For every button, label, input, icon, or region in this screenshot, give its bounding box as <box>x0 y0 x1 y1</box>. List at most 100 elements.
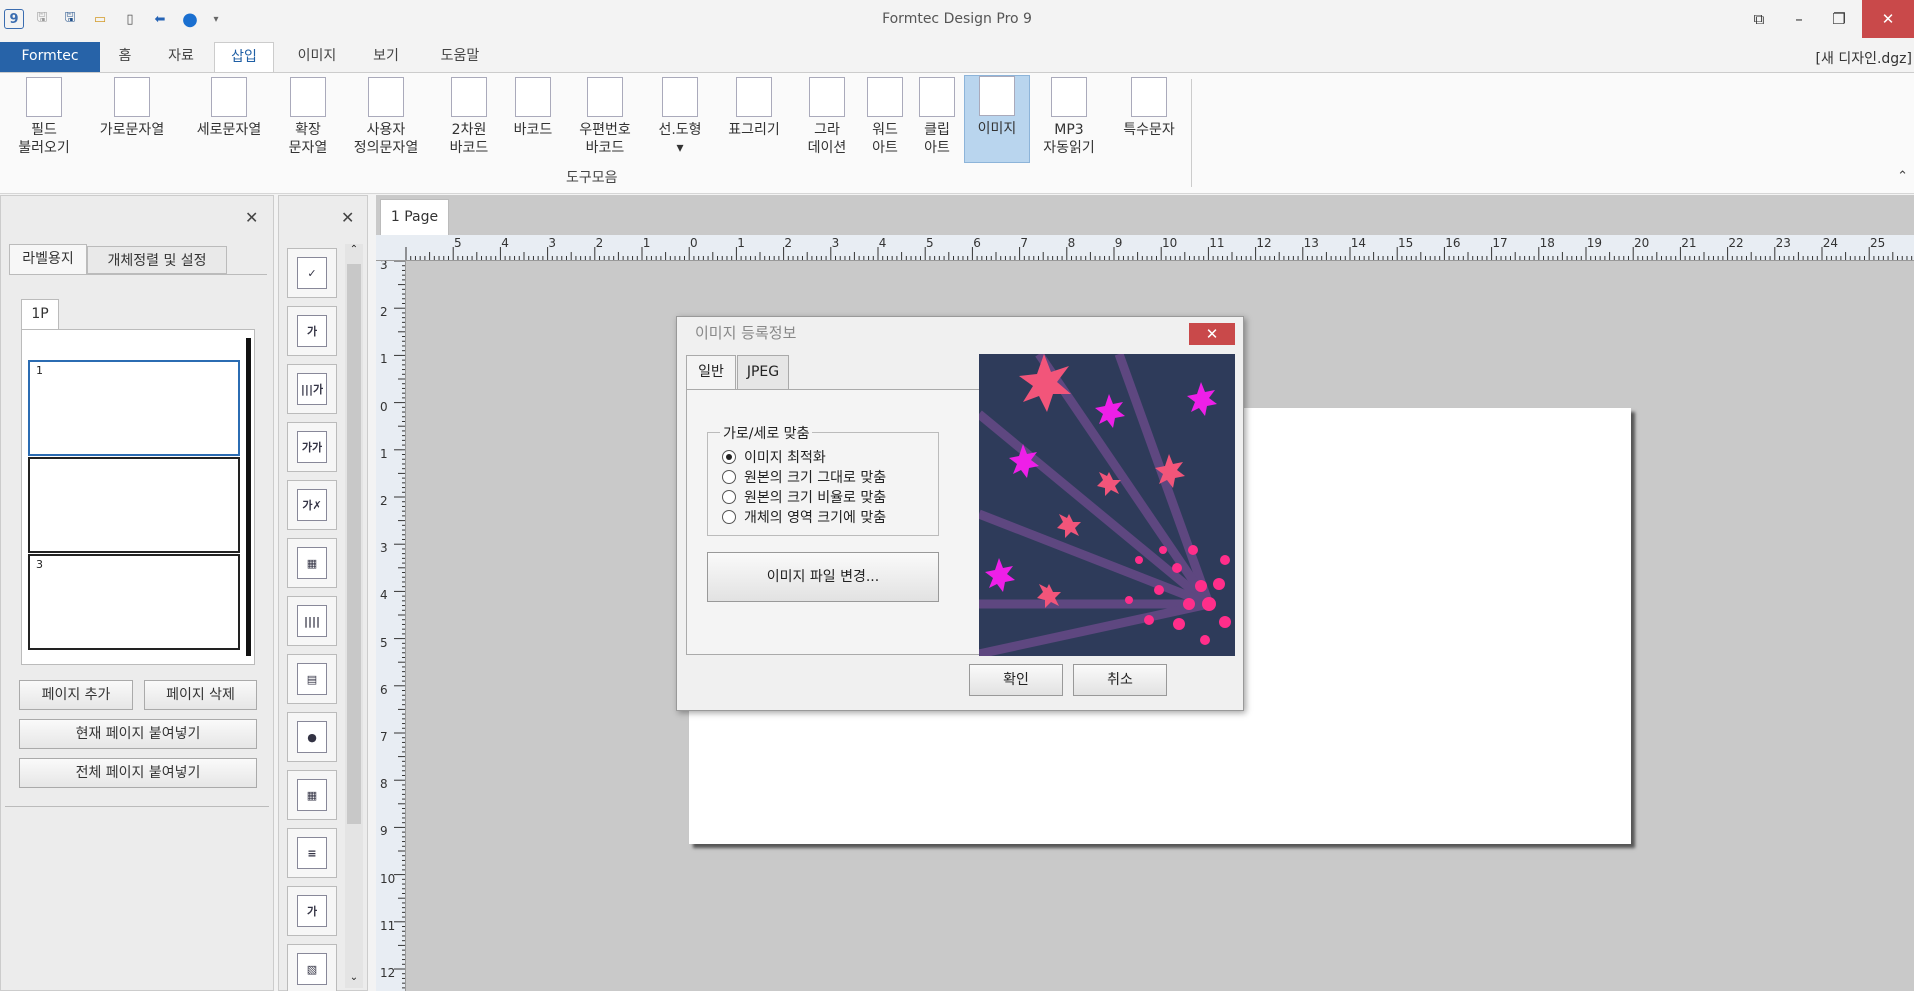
fit-options-group: 가로/세로 맞춤 이미지 최적화 원본의 크기 그대로 맞춤 원본의 크기 비율… <box>707 423 939 536</box>
toolbox-item[interactable]: ▤ <box>287 654 337 704</box>
document-name: [새 디자인.dgz] <box>1815 51 1912 67</box>
ruler-number: 21 <box>1681 236 1697 250</box>
tab-general[interactable]: 일반 <box>686 355 736 391</box>
toolbox-glyph-icon: 가 <box>297 895 327 927</box>
tab-data[interactable]: 자료 <box>160 42 202 72</box>
gradation-icon <box>809 77 845 117</box>
ruler-number: 23 <box>1775 236 1791 250</box>
label-cell[interactable]: 3 <box>28 554 240 650</box>
tab-page-1[interactable]: 1 Page <box>380 199 449 235</box>
group-label: 도구모음 <box>566 170 618 186</box>
label-cell[interactable] <box>28 457 240 553</box>
toolbox-item[interactable]: 가 <box>287 306 337 356</box>
toolbox-item[interactable]: 가✗ <box>287 480 337 530</box>
delete-page-button[interactable]: 페이지 삭제 <box>144 680 257 710</box>
ruler-number: 11 <box>1209 236 1225 250</box>
radio-circle[interactable] <box>722 470 736 484</box>
toolbox-item[interactable]: 가가 <box>287 422 337 472</box>
toolbox-item[interactable]: 가 <box>287 886 337 936</box>
toolbox-item[interactable]: ▦ <box>287 538 337 588</box>
radio-label: 원본의 크기 비율로 맞춤 <box>744 490 887 506</box>
ribbon-button-word-art[interactable]: 워드 아트 <box>858 77 912 157</box>
tab-jpeg[interactable]: JPEG <box>737 355 789 390</box>
ribbon-label: 데이션 <box>807 140 847 156</box>
ruler-number: 18 <box>1539 236 1555 250</box>
paste-current-page-button[interactable]: 현재 페이지 붙여넣기 <box>19 719 257 749</box>
change-image-file-button[interactable]: 이미지 파일 변경... <box>707 552 939 602</box>
tab-view[interactable]: 보기 <box>364 42 408 72</box>
add-page-button[interactable]: 페이지 추가 <box>19 680 133 710</box>
ribbon-button-extended-text[interactable]: 확장 문자열 <box>278 77 338 157</box>
close-window-button[interactable]: ✕ <box>1862 0 1914 38</box>
ribbon-button-qr-code[interactable]: 2차원 바코드 <box>442 77 496 157</box>
ribbon-label: 우편번호 <box>579 122 631 138</box>
radio-original-ratio[interactable]: 원본의 크기 비율로 맞춤 <box>722 487 886 507</box>
tab-help[interactable]: 도움말 <box>428 42 492 72</box>
toolbox-item[interactable]: ▦ <box>287 770 337 820</box>
ribbon-label: 확장 <box>295 122 321 138</box>
ribbon-button-vertical-text[interactable]: 세로문자열 <box>188 77 270 139</box>
dialog-close-button[interactable]: ✕ <box>1189 323 1235 345</box>
ribbon-button-mp3[interactable]: MP3 자동읽기 <box>1034 77 1104 157</box>
dialog-title: 이미지 등록정보 <box>695 324 797 342</box>
cancel-button[interactable]: 취소 <box>1073 664 1167 696</box>
ribbon-button-gradation[interactable]: 그라 데이션 <box>800 77 854 157</box>
radio-circle[interactable] <box>722 490 736 504</box>
tab-object-align[interactable]: 개체정렬 및 설정 <box>87 246 227 274</box>
close-panel-icon[interactable]: ✕ <box>245 208 258 227</box>
rays <box>979 354 1214 656</box>
toolbox-item[interactable]: ● <box>287 712 337 762</box>
radio-circle[interactable] <box>722 510 736 524</box>
tab-label-paper[interactable]: 라벨용지 <box>9 244 87 274</box>
ribbon-separator <box>1191 79 1192 187</box>
mp3-icon <box>1051 77 1087 117</box>
toolbox-item[interactable]: |||| <box>287 596 337 646</box>
label-cell[interactable]: 1 <box>28 360 240 456</box>
scroll-thumb[interactable] <box>347 264 361 824</box>
ruler-number: 19 <box>1586 236 1603 250</box>
word-art-icon <box>867 77 903 117</box>
ribbon-button-clip-art[interactable]: 클립 아트 <box>910 77 964 157</box>
special-char-icon <box>1131 77 1167 117</box>
ok-button[interactable]: 확인 <box>969 664 1063 696</box>
paste-all-pages-button[interactable]: 전체 페이지 붙여넣기 <box>19 758 257 788</box>
radio-object-area[interactable]: 개체의 영역 크기에 맞춤 <box>722 507 886 527</box>
ruler-number: 1 <box>737 236 745 250</box>
ribbon-label: 바코드 <box>513 122 553 138</box>
tab-home[interactable]: 홈 <box>107 42 143 72</box>
radio-label: 개체의 영역 크기에 맞춤 <box>744 510 887 526</box>
tab-divider <box>9 274 267 275</box>
collapse-ribbon-icon[interactable]: ⌃ <box>1897 169 1908 184</box>
toolbox-item[interactable]: ▧ <box>287 944 337 991</box>
ribbon-button-custom-text[interactable]: 사용자 정의문자열 <box>346 77 426 157</box>
close-toolbox-icon[interactable]: ✕ <box>341 208 354 227</box>
radio-optimize[interactable]: 이미지 최적화 <box>722 447 826 467</box>
ribbon-button-special-char[interactable]: 특수문자 <box>1112 77 1186 139</box>
toolbox-item[interactable]: ✓ <box>287 248 337 298</box>
tab-insert[interactable]: 삽입 <box>214 42 274 73</box>
ribbon-button-shape[interactable]: 선.도형 ▾ <box>650 77 710 157</box>
ribbon-button-horizontal-text[interactable]: 가로문자열 <box>92 77 172 139</box>
toolbox-item[interactable]: |||가 <box>287 364 337 414</box>
ribbon-button-field-load[interactable]: 필드 불러오기 <box>8 77 80 157</box>
tab-page-1p[interactable]: 1P <box>21 299 59 329</box>
toolbox-scrollbar[interactable]: ⌃ ⌄ <box>345 244 363 988</box>
ribbon-label: 가로문자열 <box>99 122 165 138</box>
ruler-number: 10 <box>380 871 396 886</box>
radio-circle[interactable] <box>722 450 736 464</box>
toolbox-glyph-icon: ✓ <box>297 257 327 289</box>
ribbon-button-image[interactable]: 이미지 <box>964 75 1030 163</box>
ribbon-button-table[interactable]: 표그리기 <box>718 77 790 139</box>
toolbox-item[interactable]: ≡ <box>287 828 337 878</box>
ribbon-button-barcode[interactable]: 바코드 <box>506 77 560 139</box>
ribbon-button-postal-barcode[interactable]: 우편번호 바코드 <box>572 77 638 157</box>
restore-button[interactable]: ❐ <box>1816 0 1862 38</box>
ruler-number: 6 <box>973 236 981 250</box>
tab-formtec[interactable]: Formtec <box>0 42 100 72</box>
scroll-up-icon[interactable]: ⌃ <box>345 244 363 260</box>
radio-original-size[interactable]: 원본의 크기 그대로 맞춤 <box>722 467 886 487</box>
tab-image[interactable]: 이미지 <box>286 42 348 72</box>
general-pane: 가로/세로 맞춤 이미지 최적화 원본의 크기 그대로 맞춤 원본의 크기 비율… <box>686 389 981 655</box>
ruler-number: 12 <box>1256 236 1272 250</box>
scroll-down-icon[interactable]: ⌄ <box>345 972 363 988</box>
